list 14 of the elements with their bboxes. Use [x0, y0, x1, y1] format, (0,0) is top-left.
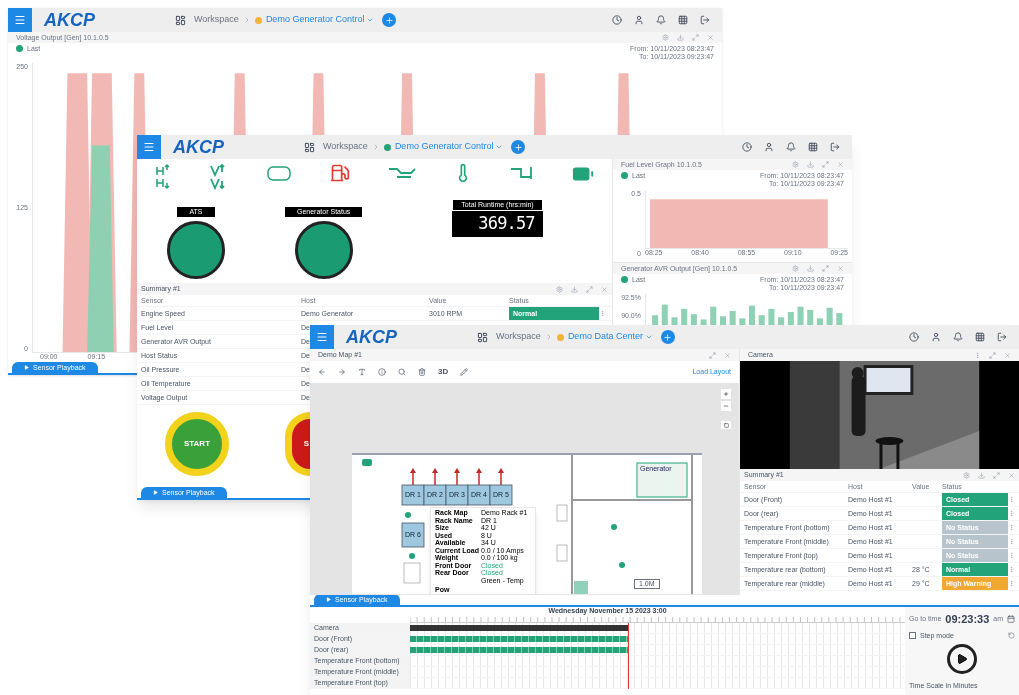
stop-button[interactable]: S — [285, 412, 310, 476]
logo: AKCP — [44, 11, 95, 29]
breadcrumb-link[interactable]: Workspace — [323, 140, 368, 154]
runtime-display: 369.57 — [452, 211, 543, 237]
dashboard-dropdown[interactable]: Demo Data Center — [567, 330, 653, 344]
logo: AKCP — [346, 328, 397, 346]
3d-button[interactable]: 3D — [438, 366, 449, 378]
breadcrumb-link[interactable]: Workspace — [194, 13, 239, 27]
dashboard-dropdown[interactable]: Demo Generator Control — [265, 13, 375, 27]
start-button[interactable]: START — [165, 412, 229, 476]
time-display[interactable]: 09:23:33 — [945, 611, 990, 628]
dashboard-dropdown[interactable]: Demo Generator Control — [394, 140, 504, 154]
breadcrumb-link[interactable]: Workspace — [496, 330, 541, 344]
logo: AKCP — [173, 138, 224, 156]
